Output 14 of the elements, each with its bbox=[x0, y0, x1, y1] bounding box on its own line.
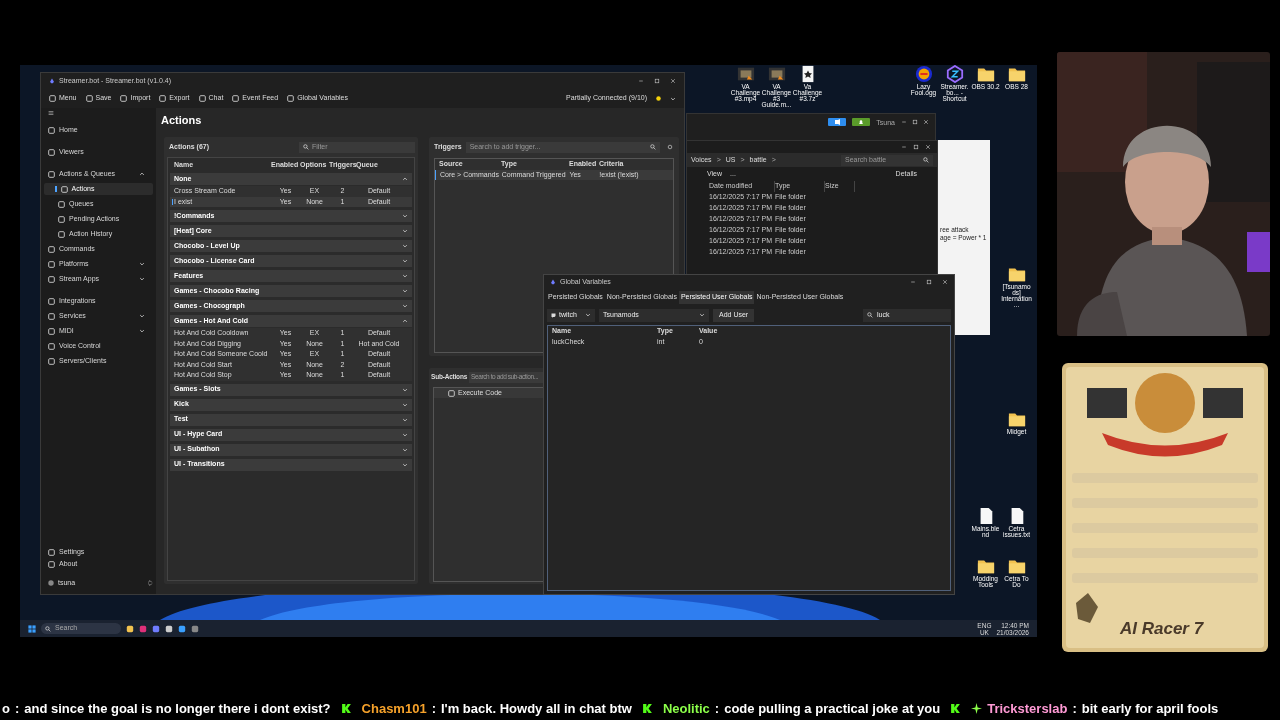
card-title: AI Racer 7 bbox=[1120, 618, 1204, 640]
chat-username: Neolitic bbox=[662, 699, 710, 718]
chat-separator: : bbox=[714, 699, 720, 718]
chat-username: o bbox=[2, 699, 10, 718]
chat-username: Tricksterslab bbox=[987, 699, 1068, 718]
chat-message: code pulling a practical joke at you bbox=[724, 699, 941, 718]
chat-message: I'm back. Howdy all in chat btw bbox=[440, 699, 632, 718]
page-title: Actions bbox=[160, 113, 203, 128]
chat-username: Chasm101 bbox=[361, 699, 427, 718]
chat-message: bit early for april fools bbox=[1081, 699, 1219, 718]
chat-message: and since the goal is no longer there i dont exist? bbox=[24, 699, 331, 718]
chat-separator: : bbox=[431, 699, 436, 718]
chat-separator: : bbox=[14, 699, 20, 718]
chat-separator: : bbox=[1072, 699, 1077, 718]
